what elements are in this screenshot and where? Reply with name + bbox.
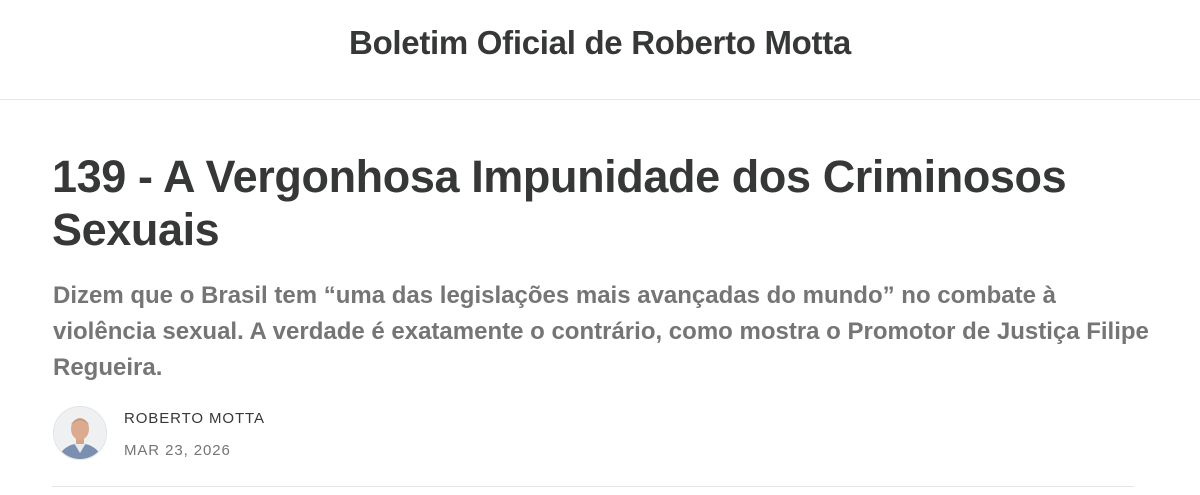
author-name[interactable]: ROBERTO MOTTA bbox=[124, 410, 265, 427]
site-header: Boletim Oficial de Roberto Motta bbox=[0, 0, 1200, 100]
author-avatar[interactable] bbox=[53, 406, 107, 460]
divider bbox=[52, 486, 1134, 487]
post-subtitle: Dizem que o Brasil tem “uma das legislaç… bbox=[53, 282, 1149, 381]
post-title: 139 - A Vergonhosa Impunidade dos Crimin… bbox=[52, 151, 1067, 255]
site-title[interactable]: Boletim Oficial de Roberto Motta bbox=[0, 24, 1200, 62]
post-date: MAR 23, 2026 bbox=[124, 442, 231, 459]
byline: ROBERTO MOTTA MAR 23, 2026 bbox=[53, 406, 653, 462]
